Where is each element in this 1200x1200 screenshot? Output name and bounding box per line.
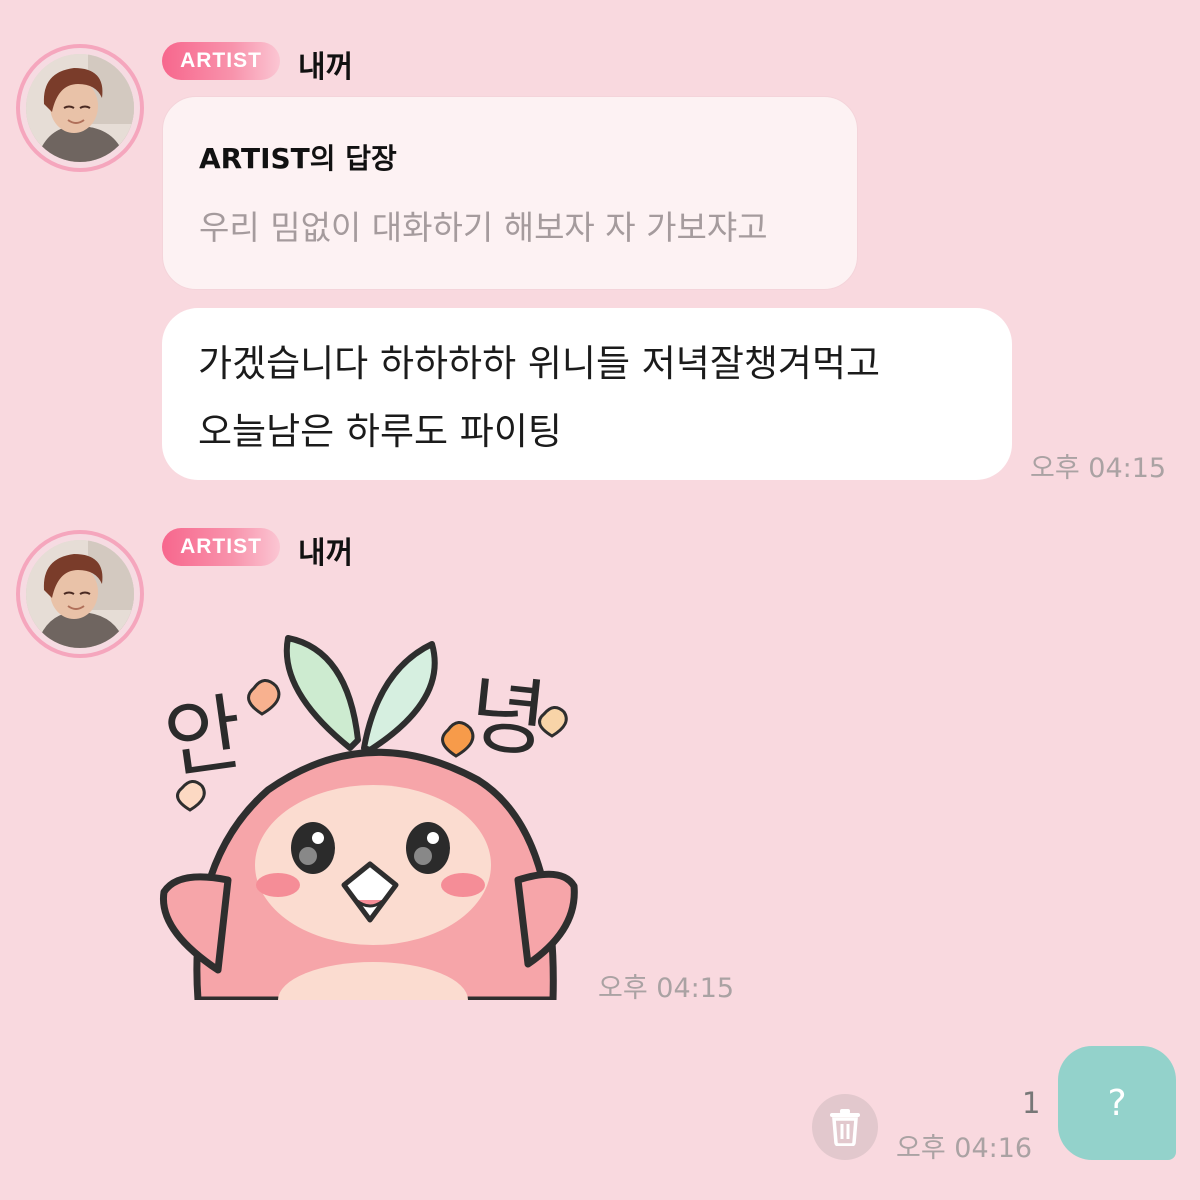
avatar[interactable] bbox=[16, 530, 144, 658]
my-message-text: ? bbox=[1107, 1082, 1127, 1124]
trash-icon bbox=[830, 1109, 860, 1146]
sender-name[interactable]: 내꺼 bbox=[298, 528, 353, 572]
artist-badge: ARTIST bbox=[162, 42, 280, 80]
my-message-timestamp: 오후 04:16 bbox=[896, 1133, 1033, 1164]
reply-text: 우리 밈없이 대화하기 해보자 자 가보쟈고 bbox=[199, 208, 768, 247]
reply-title: ARTIST의 답장 bbox=[199, 142, 397, 175]
sticker-timestamp: 오후 04:15 bbox=[598, 973, 735, 1004]
sender-name[interactable]: 내꺼 bbox=[298, 42, 353, 86]
message-timestamp: 오후 04:15 bbox=[1030, 453, 1167, 484]
my-message-bubble[interactable]: ? bbox=[1058, 1046, 1176, 1160]
sticker-text-right: 녕 bbox=[464, 664, 552, 770]
pink-bird-hello-sticker[interactable]: 안 녕 bbox=[158, 630, 588, 1000]
artist-badge: ARTIST bbox=[162, 528, 280, 566]
avatar[interactable] bbox=[16, 44, 144, 172]
delete-button[interactable] bbox=[812, 1094, 878, 1160]
message-line-1: 가겠습니다 하하하하 위니들 저녁잘챙겨먹고 bbox=[198, 342, 881, 385]
profile-photo bbox=[26, 540, 134, 648]
message-bubble[interactable]: 가겠습니다 하하하하 위니들 저녁잘챙겨먹고 오늘남은 하루도 파이팅 bbox=[162, 308, 1012, 480]
profile-photo bbox=[26, 54, 134, 162]
unread-count: 1 bbox=[1022, 1086, 1041, 1120]
reply-quote-bubble[interactable]: ARTIST의 답장 우리 밈없이 대화하기 해보자 자 가보쟈고 bbox=[162, 96, 858, 290]
message-line-2: 오늘남은 하루도 파이팅 bbox=[198, 410, 562, 453]
